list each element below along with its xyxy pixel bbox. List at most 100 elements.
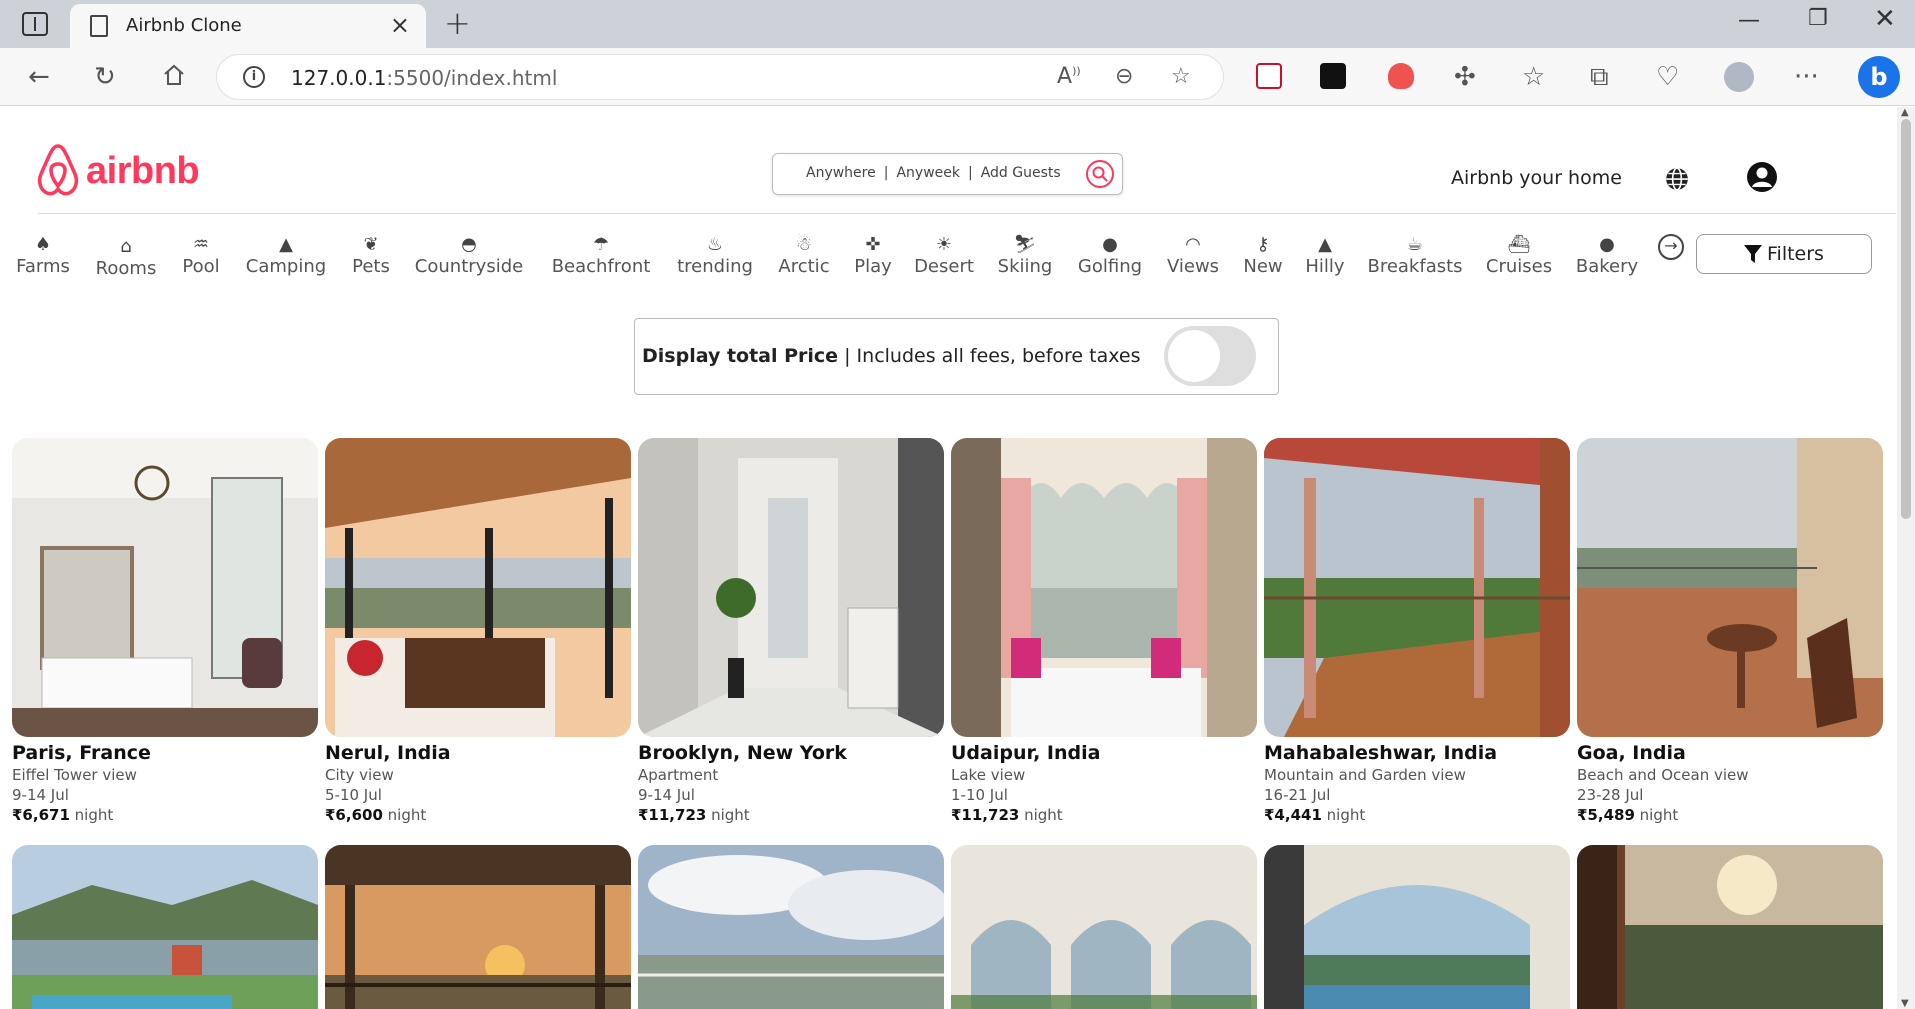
category-pool[interactable]: ♒ Pool [182, 234, 219, 277]
page-icon [90, 15, 108, 37]
next-categories-icon[interactable]: → [1658, 234, 1684, 260]
listing-card[interactable] [325, 845, 631, 1009]
scrollbar-thumb[interactable] [1901, 119, 1911, 519]
search-bar[interactable]: Anywhere | Anyweek | Add Guests [772, 153, 1123, 195]
page-scrollbar[interactable]: ▲ ▼ [1897, 107, 1915, 1009]
listing-card[interactable]: Nerul, India City view 5-10 Jul ₹6,600 n… [325, 438, 631, 824]
category-hilly[interactable]: ▲ Hilly [1305, 234, 1344, 277]
home-icon[interactable] [162, 63, 186, 87]
pool-icon: ♒ [192, 234, 210, 255]
category-skiing[interactable]: ⛷ Skiing [998, 234, 1053, 277]
extensions-puzzle-icon[interactable]: ✣ [1454, 62, 1476, 92]
category-views[interactable]: ◠ Views [1167, 234, 1219, 277]
site-info-icon[interactable]: i [243, 66, 265, 88]
extension-pocket-icon[interactable] [1256, 63, 1282, 89]
minimize-icon[interactable]: — [1738, 8, 1760, 33]
listing-card[interactable]: Udaipur, India Lake view 1-10 Jul ₹11,72… [951, 438, 1257, 824]
category-play[interactable]: ✜ Play [854, 234, 892, 277]
listing-description: Eiffel Tower view [12, 766, 137, 784]
extension-shield-icon[interactable] [1388, 63, 1414, 89]
listing-image[interactable] [951, 438, 1257, 737]
category-beachfront[interactable]: ☂ Beachfront [552, 234, 651, 277]
search-button[interactable] [1086, 160, 1114, 188]
category-rooms[interactable]: ⌂ Rooms [96, 236, 157, 279]
listing-image[interactable] [1577, 845, 1883, 1009]
zoom-out-icon[interactable]: ⊖ [1115, 64, 1133, 89]
listing-image[interactable] [638, 845, 944, 1009]
listing-image[interactable] [12, 845, 318, 1009]
listing-card[interactable]: Goa, India Beach and Ocean view 23-28 Ju… [1577, 438, 1883, 824]
listing-description: Mountain and Garden view [1264, 766, 1466, 784]
listing-image[interactable] [951, 845, 1257, 1009]
mug-icon: ☕ [1406, 234, 1424, 255]
extension-instapaper-icon[interactable] [1320, 63, 1346, 89]
listing-card[interactable]: Paris, France Eiffel Tower view 9-14 Jul… [12, 438, 318, 824]
listing-image[interactable] [638, 438, 944, 737]
globe-icon[interactable] [1664, 166, 1690, 192]
listing-name: Paris, France [12, 742, 151, 764]
close-tab-icon[interactable]: × [390, 11, 410, 39]
back-icon[interactable]: ← [28, 62, 50, 92]
category-bakery[interactable]: ● Bakery [1576, 234, 1638, 277]
listing-card[interactable]: Mahabaleshwar, India Mountain and Garden… [1264, 438, 1570, 824]
restore-icon[interactable]: ❐ [1808, 6, 1828, 31]
filters-label: Filters [1767, 243, 1824, 265]
filters-button[interactable]: Filters [1696, 234, 1872, 274]
category-desert[interactable]: ☀ Desert [914, 234, 974, 277]
total-price-toggle[interactable] [1164, 326, 1256, 386]
category-breakfasts[interactable]: ☕ Breakfasts [1367, 234, 1462, 277]
hill-icon: ◓ [461, 234, 477, 255]
listing-card[interactable]: Brooklyn, New York Apartment 9-14 Jul ₹1… [638, 438, 944, 824]
search-where[interactable]: Anywhere [806, 165, 876, 181]
farm-icon: ♠ [34, 234, 52, 255]
listing-card[interactable] [1577, 845, 1883, 1009]
new-tab-icon[interactable]: + [444, 4, 471, 42]
address-bar[interactable]: i 127.0.0.1:5500/index.html A)) ⊖ ☆ [216, 54, 1224, 100]
sidebar-toggle-icon[interactable] [22, 12, 48, 36]
category-pets[interactable]: ❦ Pets [352, 234, 390, 277]
tab-title: Airbnb Clone [126, 15, 242, 36]
listing-image[interactable] [325, 438, 631, 737]
scroll-up-icon[interactable]: ▲ [1901, 107, 1909, 118]
listing-card[interactable] [951, 845, 1257, 1009]
airbnb-logo[interactable]: airbnb [36, 141, 200, 201]
favorites-icon[interactable]: ☆ [1522, 62, 1545, 92]
refresh-icon[interactable]: ↻ [94, 62, 116, 92]
listing-card[interactable] [638, 845, 944, 1009]
listing-image[interactable] [1577, 438, 1883, 737]
cookie-icon: ● [1599, 234, 1615, 255]
read-aloud-icon[interactable]: A)) [1057, 64, 1081, 89]
browser-tab[interactable]: Airbnb Clone × [70, 4, 426, 48]
close-window-icon[interactable]: ✕ [1874, 4, 1896, 34]
category-farms[interactable]: ♠ Farms [16, 234, 70, 277]
category-cruises[interactable]: ⛴ Cruises [1486, 234, 1552, 277]
listing-image[interactable] [12, 438, 318, 737]
category-countryside[interactable]: ◓ Countryside [415, 234, 523, 277]
listing-name: Udaipur, India [951, 742, 1101, 764]
listing-image[interactable] [1264, 845, 1570, 1009]
listing-card[interactable] [12, 845, 318, 1009]
listing-description: Beach and Ocean view [1577, 766, 1749, 784]
search-who[interactable]: Add Guests [981, 165, 1061, 181]
search-when[interactable]: Anyweek [896, 165, 960, 181]
collections-icon[interactable]: ⧉ [1590, 62, 1609, 92]
more-menu-icon[interactable]: ··· [1794, 62, 1819, 92]
category-new[interactable]: ⚷ New [1243, 234, 1282, 277]
listing-card[interactable] [1264, 845, 1570, 1009]
performance-icon[interactable]: ♡ [1656, 62, 1679, 92]
category-trending[interactable]: ♨ trending [677, 234, 753, 277]
profile-avatar-icon[interactable] [1724, 62, 1754, 92]
favorite-star-icon[interactable]: ☆ [1171, 64, 1191, 89]
category-arctic[interactable]: ☃ Arctic [778, 234, 829, 277]
listing-image[interactable] [325, 845, 631, 1009]
user-account-icon[interactable] [1746, 161, 1778, 193]
host-link[interactable]: Airbnb your home [1451, 167, 1622, 189]
listing-description: Apartment [638, 766, 719, 784]
copilot-icon[interactable]: b [1858, 56, 1900, 98]
browser-tab-bar: Airbnb Clone × + — ❐ ✕ [0, 0, 1915, 48]
listing-image[interactable] [1264, 438, 1570, 737]
category-golfing[interactable]: ● Golfing [1078, 234, 1142, 277]
key-icon: ⚷ [1256, 234, 1270, 255]
scroll-down-icon[interactable]: ▼ [1901, 998, 1909, 1009]
category-camping[interactable]: ▲ Camping [246, 234, 326, 277]
